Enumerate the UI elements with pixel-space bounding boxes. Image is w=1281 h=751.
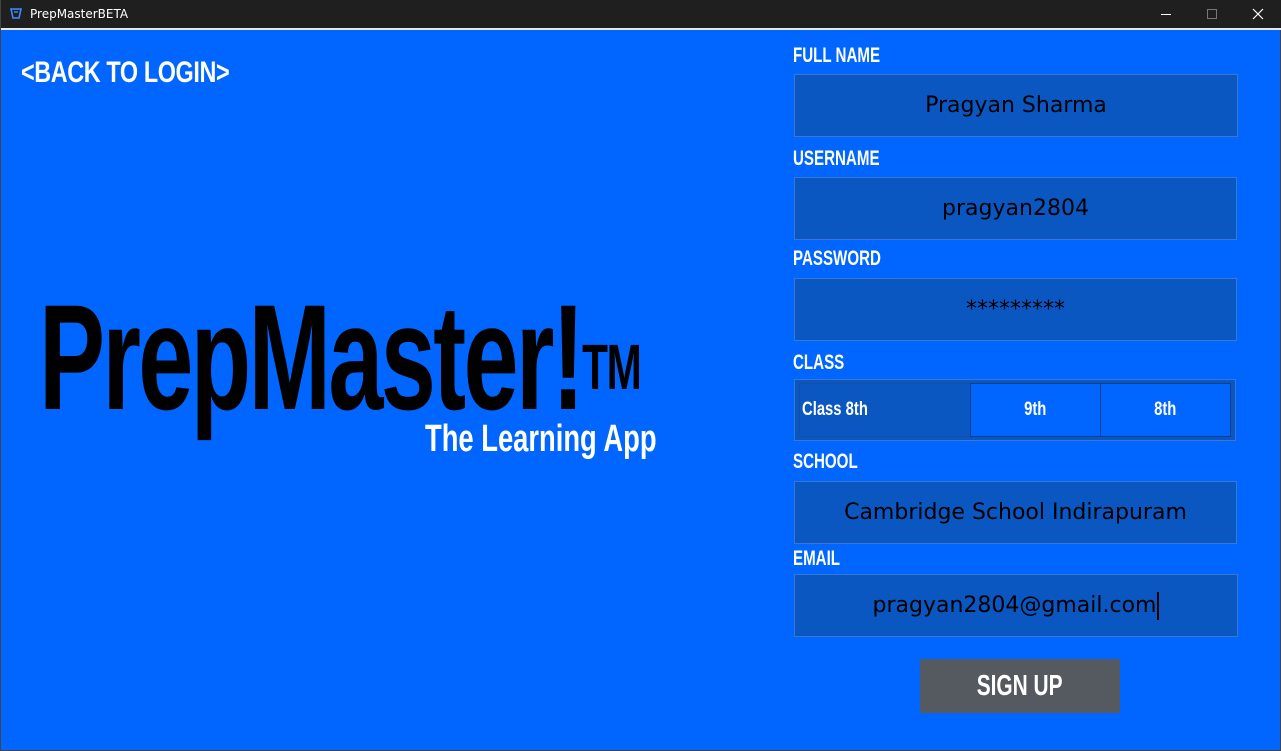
logo-text: PrepMaster! — [39, 273, 585, 441]
back-to-login-link[interactable]: <BACK TO LOGIN> — [21, 56, 230, 90]
class-selector: Class 8th 9th 8th — [794, 379, 1236, 441]
trademark-mark: TM — [582, 331, 642, 403]
class-option-9th[interactable]: 9th — [970, 383, 1101, 437]
email-field[interactable]: pragyan2804@gmail.com — [794, 574, 1238, 637]
app-window: PrepMasterBETA <BACK TO LOGIN> PrepMaste… — [0, 0, 1281, 751]
prepmaster-app-icon — [10, 8, 22, 19]
app-tagline: The Learning App — [425, 418, 657, 460]
full-name-label: FULL NAME — [793, 44, 881, 67]
class-label: CLASS — [793, 351, 845, 374]
title-bar[interactable]: PrepMasterBETA — [1, 0, 1281, 30]
class-option-8th[interactable]: 8th — [1100, 383, 1231, 437]
minimize-button[interactable] — [1143, 0, 1189, 28]
maximize-icon — [1207, 9, 1217, 19]
class-option-9th-text: 9th — [1024, 399, 1047, 420]
app-logo: PrepMaster!TM — [39, 282, 642, 432]
school-label: SCHOOL — [793, 450, 858, 473]
full-name-value: Pragyan Sharma — [925, 93, 1107, 118]
email-value: pragyan2804@gmail.com — [872, 593, 1157, 618]
password-value: ********* — [966, 297, 1065, 322]
class-option-8th-text: 8th — [1154, 399, 1177, 420]
maximize-button[interactable] — [1189, 0, 1235, 28]
class-selected-text: Class 8th — [802, 399, 868, 420]
window-title: PrepMasterBETA — [30, 7, 129, 21]
sign-up-label: SIGN UP — [977, 669, 1063, 702]
username-value: pragyan2804 — [942, 196, 1089, 221]
class-selected-value[interactable]: Class 8th — [799, 383, 971, 437]
email-label: EMAIL — [793, 547, 841, 570]
password-label: PASSWORD — [793, 247, 881, 270]
sign-up-button[interactable]: SIGN UP — [920, 659, 1120, 713]
school-field[interactable]: Cambridge School Indirapuram — [794, 481, 1237, 544]
school-value: Cambridge School Indirapuram — [844, 500, 1187, 525]
full-name-field[interactable]: Pragyan Sharma — [794, 74, 1238, 137]
minimize-icon — [1161, 13, 1171, 15]
username-label: USERNAME — [793, 147, 880, 170]
close-button[interactable] — [1235, 0, 1281, 28]
text-caret — [1157, 591, 1160, 620]
password-field[interactable]: ********* — [794, 278, 1237, 341]
username-field[interactable]: pragyan2804 — [794, 177, 1237, 240]
close-icon — [1252, 8, 1264, 20]
